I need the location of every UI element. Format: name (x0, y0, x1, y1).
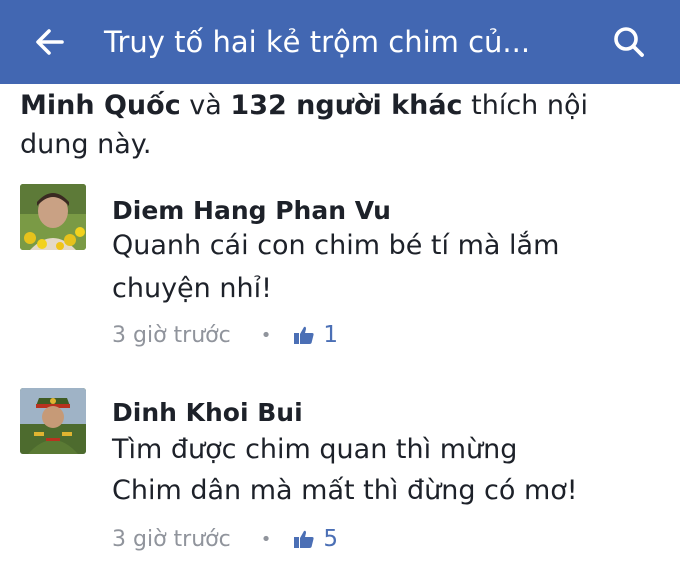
avatar[interactable] (20, 388, 86, 454)
thumbs-up-icon[interactable] (293, 325, 315, 345)
comment-author[interactable]: Dinh Khoi Bui (112, 398, 303, 427)
search-button[interactable] (604, 20, 654, 64)
page-title: Truy tố hai kẻ trộm chim củ... (104, 25, 531, 59)
comment-meta: 3 giờ trước • 5 (112, 524, 338, 554)
separator-dot: • (260, 528, 272, 550)
avatar-photo (20, 184, 86, 250)
comment-text-line: Tìm được chim quan thì mừng (112, 434, 518, 465)
search-icon (614, 27, 644, 57)
comment-text-line: Chim dân mà mất thì đừng có mơ! (112, 475, 578, 506)
comment-timestamp: 3 giờ trước (112, 322, 231, 348)
likes-others[interactable]: 132 người khác (230, 90, 462, 121)
avatar-photo (20, 388, 86, 454)
likes-connector: và (180, 90, 231, 121)
back-button[interactable] (26, 22, 70, 62)
separator-dot: • (260, 324, 272, 346)
top-app-bar: Truy tố hai kẻ trộm chim củ... (0, 0, 680, 84)
liker-name[interactable]: Minh Quốc (20, 90, 181, 121)
comment-text-line: Quanh cái con chim bé tí mà lắm (112, 230, 560, 261)
like-count[interactable]: 1 (323, 322, 338, 348)
comment-author[interactable]: Diem Hang Phan Vu (112, 196, 391, 225)
comment-text-line: chuyện nhỉ! (112, 273, 272, 304)
comment-meta: 3 giờ trước • 1 (112, 320, 338, 350)
arrow-left-icon (36, 29, 64, 55)
thumbs-up-icon[interactable] (293, 529, 315, 549)
like-count[interactable]: 5 (323, 526, 338, 552)
avatar[interactable] (20, 184, 86, 250)
likes-summary[interactable]: Minh Quốc và 132 người khác thích nội du… (20, 86, 660, 164)
comment-timestamp: 3 giờ trước (112, 526, 231, 552)
